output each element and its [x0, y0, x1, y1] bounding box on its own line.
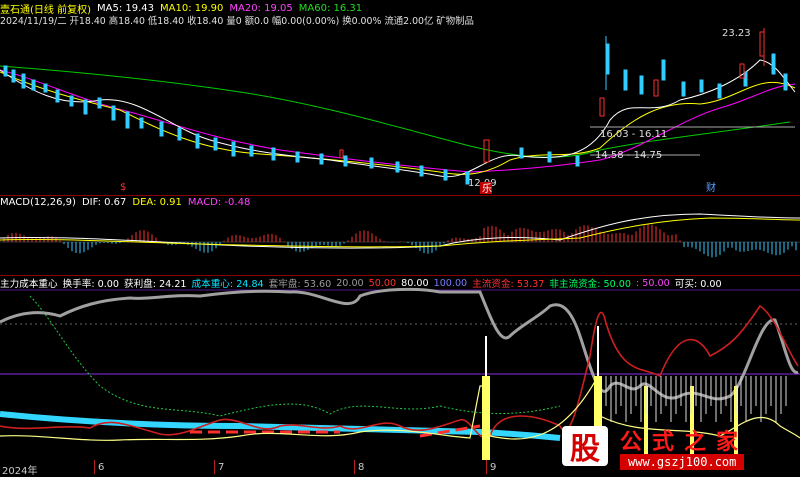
x-label-year: 2024年: [2, 466, 38, 477]
ma10-line: [0, 71, 796, 175]
ma5-line: [0, 59, 796, 178]
hatch-bars: [605, 376, 787, 422]
watermark-glyph: 股: [562, 426, 608, 467]
trapped-line: [0, 287, 799, 401]
price-chart[interactable]: 23.23 12.09 16.03 - 16.11 14.58 - 14.75 …: [0, 0, 800, 196]
non-main-funds-line: [29, 295, 561, 417]
macd-histogram: [3, 224, 797, 258]
x-tick: [486, 460, 487, 474]
ma20-line: [0, 69, 796, 173]
watermark: 股 公式之家 www.gszj100.com: [556, 424, 786, 470]
x-label-9: 9: [490, 462, 497, 473]
event-mark-le[interactable]: 乐: [482, 183, 492, 195]
macd-dif-line: [0, 213, 800, 249]
x-tick: [94, 460, 95, 474]
x-tick: [214, 460, 215, 474]
range-label-1: 16.03 - 16.11: [600, 129, 667, 140]
candles: [3, 43, 788, 185]
watermark-title: 公式之家: [620, 429, 749, 455]
high-label: 23.23: [722, 28, 751, 39]
event-mark-cai[interactable]: 财: [706, 181, 716, 194]
candles-up: [339, 31, 765, 163]
x-label-7: 7: [218, 462, 225, 473]
x-label-6: 6: [98, 462, 105, 473]
main-funds-line: [0, 304, 799, 439]
watermark-url: www.gszj100.com: [620, 454, 745, 470]
macd-chart[interactable]: [0, 196, 800, 276]
x-tick: [354, 460, 355, 474]
range-label-2: 14.58 - 14.75: [595, 150, 662, 161]
event-mark-dollar[interactable]: $: [120, 182, 126, 193]
x-label-8: 8: [358, 462, 365, 473]
ma60-line: [0, 65, 791, 158]
